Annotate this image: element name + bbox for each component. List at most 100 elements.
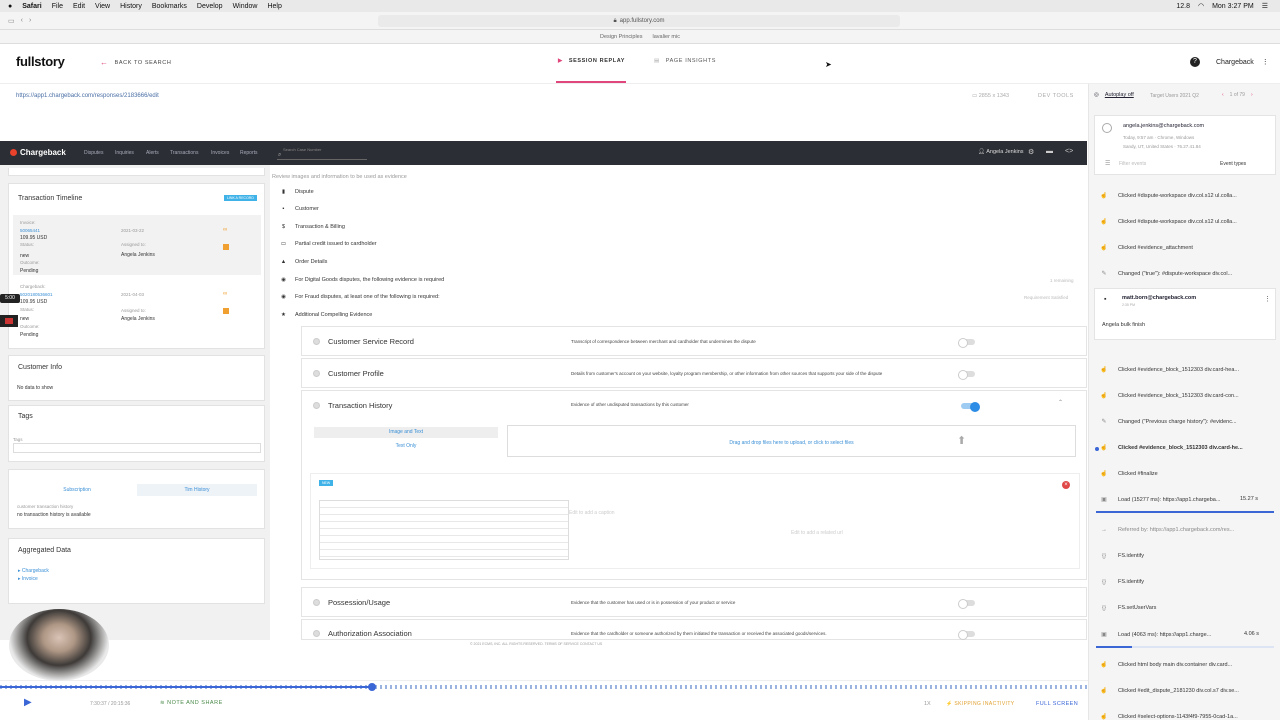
category-fraud[interactable]: ◉ For Fraud disputes, at least one of the… <box>280 294 440 300</box>
nav-reports[interactable]: Reports <box>240 150 258 156</box>
event-item[interactable]: {} FS.identify <box>1100 553 1270 559</box>
invoice-link[interactable]: 50065441 <box>20 228 40 233</box>
evidence-transaction-history[interactable]: Transaction History Evidence of other un… <box>301 390 1087 580</box>
playhead-handle[interactable] <box>368 683 376 691</box>
evidence-toggle[interactable] <box>958 338 975 348</box>
autoplay-toggle[interactable]: ◎ Autoplay off <box>1094 92 1134 98</box>
event-item[interactable]: ☝ Clicked #dispute-workspace div.col.s12 … <box>1100 218 1270 226</box>
category-dispute[interactable]: ▮ Dispute <box>280 189 314 195</box>
menu-help[interactable]: Help <box>267 3 281 10</box>
skip-inactivity-toggle[interactable]: ⚡ SKIPPING INACTIVITY <box>946 701 1015 707</box>
keyboard-icon[interactable]: ▬ <box>1046 148 1053 155</box>
evidence-toggle[interactable] <box>958 599 975 609</box>
category-digital-goods[interactable]: ◉ For Digital Goods disputes, the followi… <box>280 277 444 283</box>
full-screen-button[interactable]: FULL SCREEN <box>1036 701 1078 707</box>
event-item[interactable]: ☝ Clicked #select-options-1143f4f9-7955-0… <box>1100 713 1270 720</box>
event-types-button[interactable]: Event types <box>1220 161 1246 167</box>
file-dropzone[interactable]: Drag and drop files here to upload, or c… <box>507 425 1076 457</box>
option-image-and-text[interactable]: Image and Text <box>314 427 498 438</box>
caption-placeholder[interactable]: Edit to add a caption <box>569 510 615 516</box>
event-item[interactable]: {} FS.identify <box>1100 579 1270 585</box>
document-icon[interactable] <box>223 244 229 250</box>
back-to-search-link[interactable]: ← BACK TO SEARCH <box>100 58 171 67</box>
event-item[interactable]: ☝ Clicked #finalize <box>1100 470 1270 478</box>
evidence-toggle[interactable] <box>961 402 980 412</box>
forward-arrow-icon[interactable]: › <box>29 17 31 25</box>
tab-session-replay[interactable]: ▶ SESSION REPLAY <box>558 58 625 64</box>
evidence-possession-usage[interactable]: Possession/Usage Evidence that the custo… <box>301 587 1087 617</box>
favorite-design-principles[interactable]: Design Principles <box>600 34 643 40</box>
user-email[interactable]: angela.jenkins@chargeback.com <box>1123 123 1204 129</box>
help-icon[interactable]: ? <box>1190 57 1200 67</box>
back-arrow-icon[interactable]: ‹ <box>21 17 23 25</box>
code-icon[interactable]: <> <box>1065 148 1073 155</box>
menu-edit[interactable]: Edit <box>73 3 85 10</box>
nav-disputes[interactable]: Disputes <box>84 150 103 156</box>
playback-speed[interactable]: 1X <box>924 701 931 707</box>
clock[interactable]: Mon 3:27 PM <box>1212 3 1254 10</box>
menu-safari[interactable]: Safari <box>22 3 41 10</box>
evidence-authorization-association[interactable]: Authorization Association Evidence that … <box>301 619 1087 640</box>
link-record-button[interactable]: LINK A RECORD <box>224 195 257 201</box>
nav-alerts[interactable]: Alerts <box>146 150 159 156</box>
event-item[interactable]: ☝ Clicked html body main div.container di… <box>1100 661 1270 669</box>
agg-chargeback-item[interactable]: ▸ Chargeback <box>18 568 49 574</box>
link-icon[interactable]: ∞ <box>223 291 227 297</box>
filter-events-input[interactable]: Filter events <box>1119 161 1146 167</box>
menu-develop[interactable]: Develop <box>197 3 223 10</box>
evidence-customer-profile[interactable]: Customer Profile Details from customer's… <box>301 358 1087 388</box>
nav-transactions[interactable]: Transactions <box>170 150 198 156</box>
event-item[interactable]: ☝ Clicked #evidence_attachment <box>1100 244 1270 252</box>
menu-bookmarks[interactable]: Bookmarks <box>152 3 187 10</box>
prev-session-icon[interactable]: ‹ <box>1222 92 1224 98</box>
tab-page-insights[interactable]: ▤ PAGE INSIGHTS <box>654 58 716 64</box>
fullstory-logo[interactable]: fullstory <box>16 54 65 69</box>
related-url-placeholder[interactable]: Edit to add a related url <box>791 530 843 536</box>
event-item[interactable]: ☝ Clicked #edit_dispute_2181230 div.col.s… <box>1100 687 1270 695</box>
menu-extras-icon[interactable]: ☰ <box>1262 2 1268 10</box>
evidence-toggle[interactable] <box>958 370 975 380</box>
nav-inquiries[interactable]: Inquiries <box>115 150 134 156</box>
note-and-share-button[interactable]: ≋ NOTE AND SHARE <box>160 700 223 706</box>
apple-icon[interactable]: ● <box>8 3 12 10</box>
chargeback-logo[interactable]: Chargeback <box>10 148 66 157</box>
play-button-icon[interactable]: ▶ <box>24 697 32 708</box>
event-item[interactable]: ✎ Changed ("true"): #dispute-workspace di… <box>1100 270 1270 278</box>
option-text-only[interactable]: Text Only <box>314 441 498 452</box>
nav-invoices[interactable]: Invoices <box>211 150 229 156</box>
evidence-attachment[interactable]: NEW × Edit to add a caption Edit to add … <box>310 473 1080 569</box>
kebab-icon[interactable]: ⋮ <box>1262 59 1269 66</box>
chevron-up-icon[interactable]: ⌃ <box>1058 399 1063 406</box>
category-partial-credit[interactable]: ▭ Partial credit issued to cardholder <box>280 241 377 247</box>
tab-tim-history[interactable]: Tim History <box>137 484 257 496</box>
event-item-current[interactable]: ☝ Clicked #evidence_block_1512303 div.car… <box>1100 444 1270 452</box>
org-switcher[interactable]: Chargeback ⋮ <box>1216 58 1269 66</box>
event-item[interactable]: {} FS.setUserVars <box>1100 605 1270 611</box>
tags-input[interactable] <box>13 443 261 453</box>
segment-name[interactable]: Target Users 2021 Q2 <box>1150 93 1199 99</box>
category-customer[interactable]: ▪ Customer <box>280 206 319 212</box>
case-search-input[interactable]: Search Case Number ⌕ <box>277 146 367 160</box>
document-icon[interactable] <box>223 308 229 314</box>
next-session-icon[interactable]: › <box>1251 92 1253 98</box>
event-item[interactable]: ☝ Clicked #dispute-workspace div.col.s12 … <box>1100 192 1270 200</box>
favorite-lavalier-mic[interactable]: lavalier mic <box>652 34 680 40</box>
delete-icon[interactable]: × <box>1062 481 1070 489</box>
category-order-details[interactable]: ▲ Order Details <box>280 259 328 265</box>
address-bar[interactable]: 🔒︎ app.fullstory.com <box>378 15 900 27</box>
event-item[interactable]: ✎ Changed ("Previous charge history"): #e… <box>1100 418 1270 426</box>
menu-window[interactable]: Window <box>233 3 258 10</box>
category-compelling-evidence[interactable]: ★ Additional Compelling Evidence <box>280 312 372 318</box>
event-item[interactable]: ☝ Clicked #evidence_block_1512303 div.car… <box>1100 392 1270 400</box>
link-icon[interactable]: ∞ <box>223 227 227 233</box>
gear-icon[interactable]: ⚙ <box>1028 148 1034 156</box>
dev-tools-button[interactable]: DEV TOOLS <box>1038 93 1074 99</box>
category-transaction-billing[interactable]: $ Transaction & Billing <box>280 224 345 230</box>
menu-history[interactable]: History <box>120 3 142 10</box>
tab-subscription[interactable]: Subscription <box>18 484 136 496</box>
replay-page-url[interactable]: https://app1.chargeback.com/responses/21… <box>16 93 159 99</box>
note-kebab-icon[interactable]: ⋮ <box>1264 295 1271 303</box>
sidebar-icon[interactable]: ▭ <box>8 17 15 25</box>
event-item[interactable]: → Referred by: https://app1.chargeback.co… <box>1100 527 1270 533</box>
event-item[interactable]: ☝ Clicked #evidence_block_1512303 div.car… <box>1100 366 1270 374</box>
